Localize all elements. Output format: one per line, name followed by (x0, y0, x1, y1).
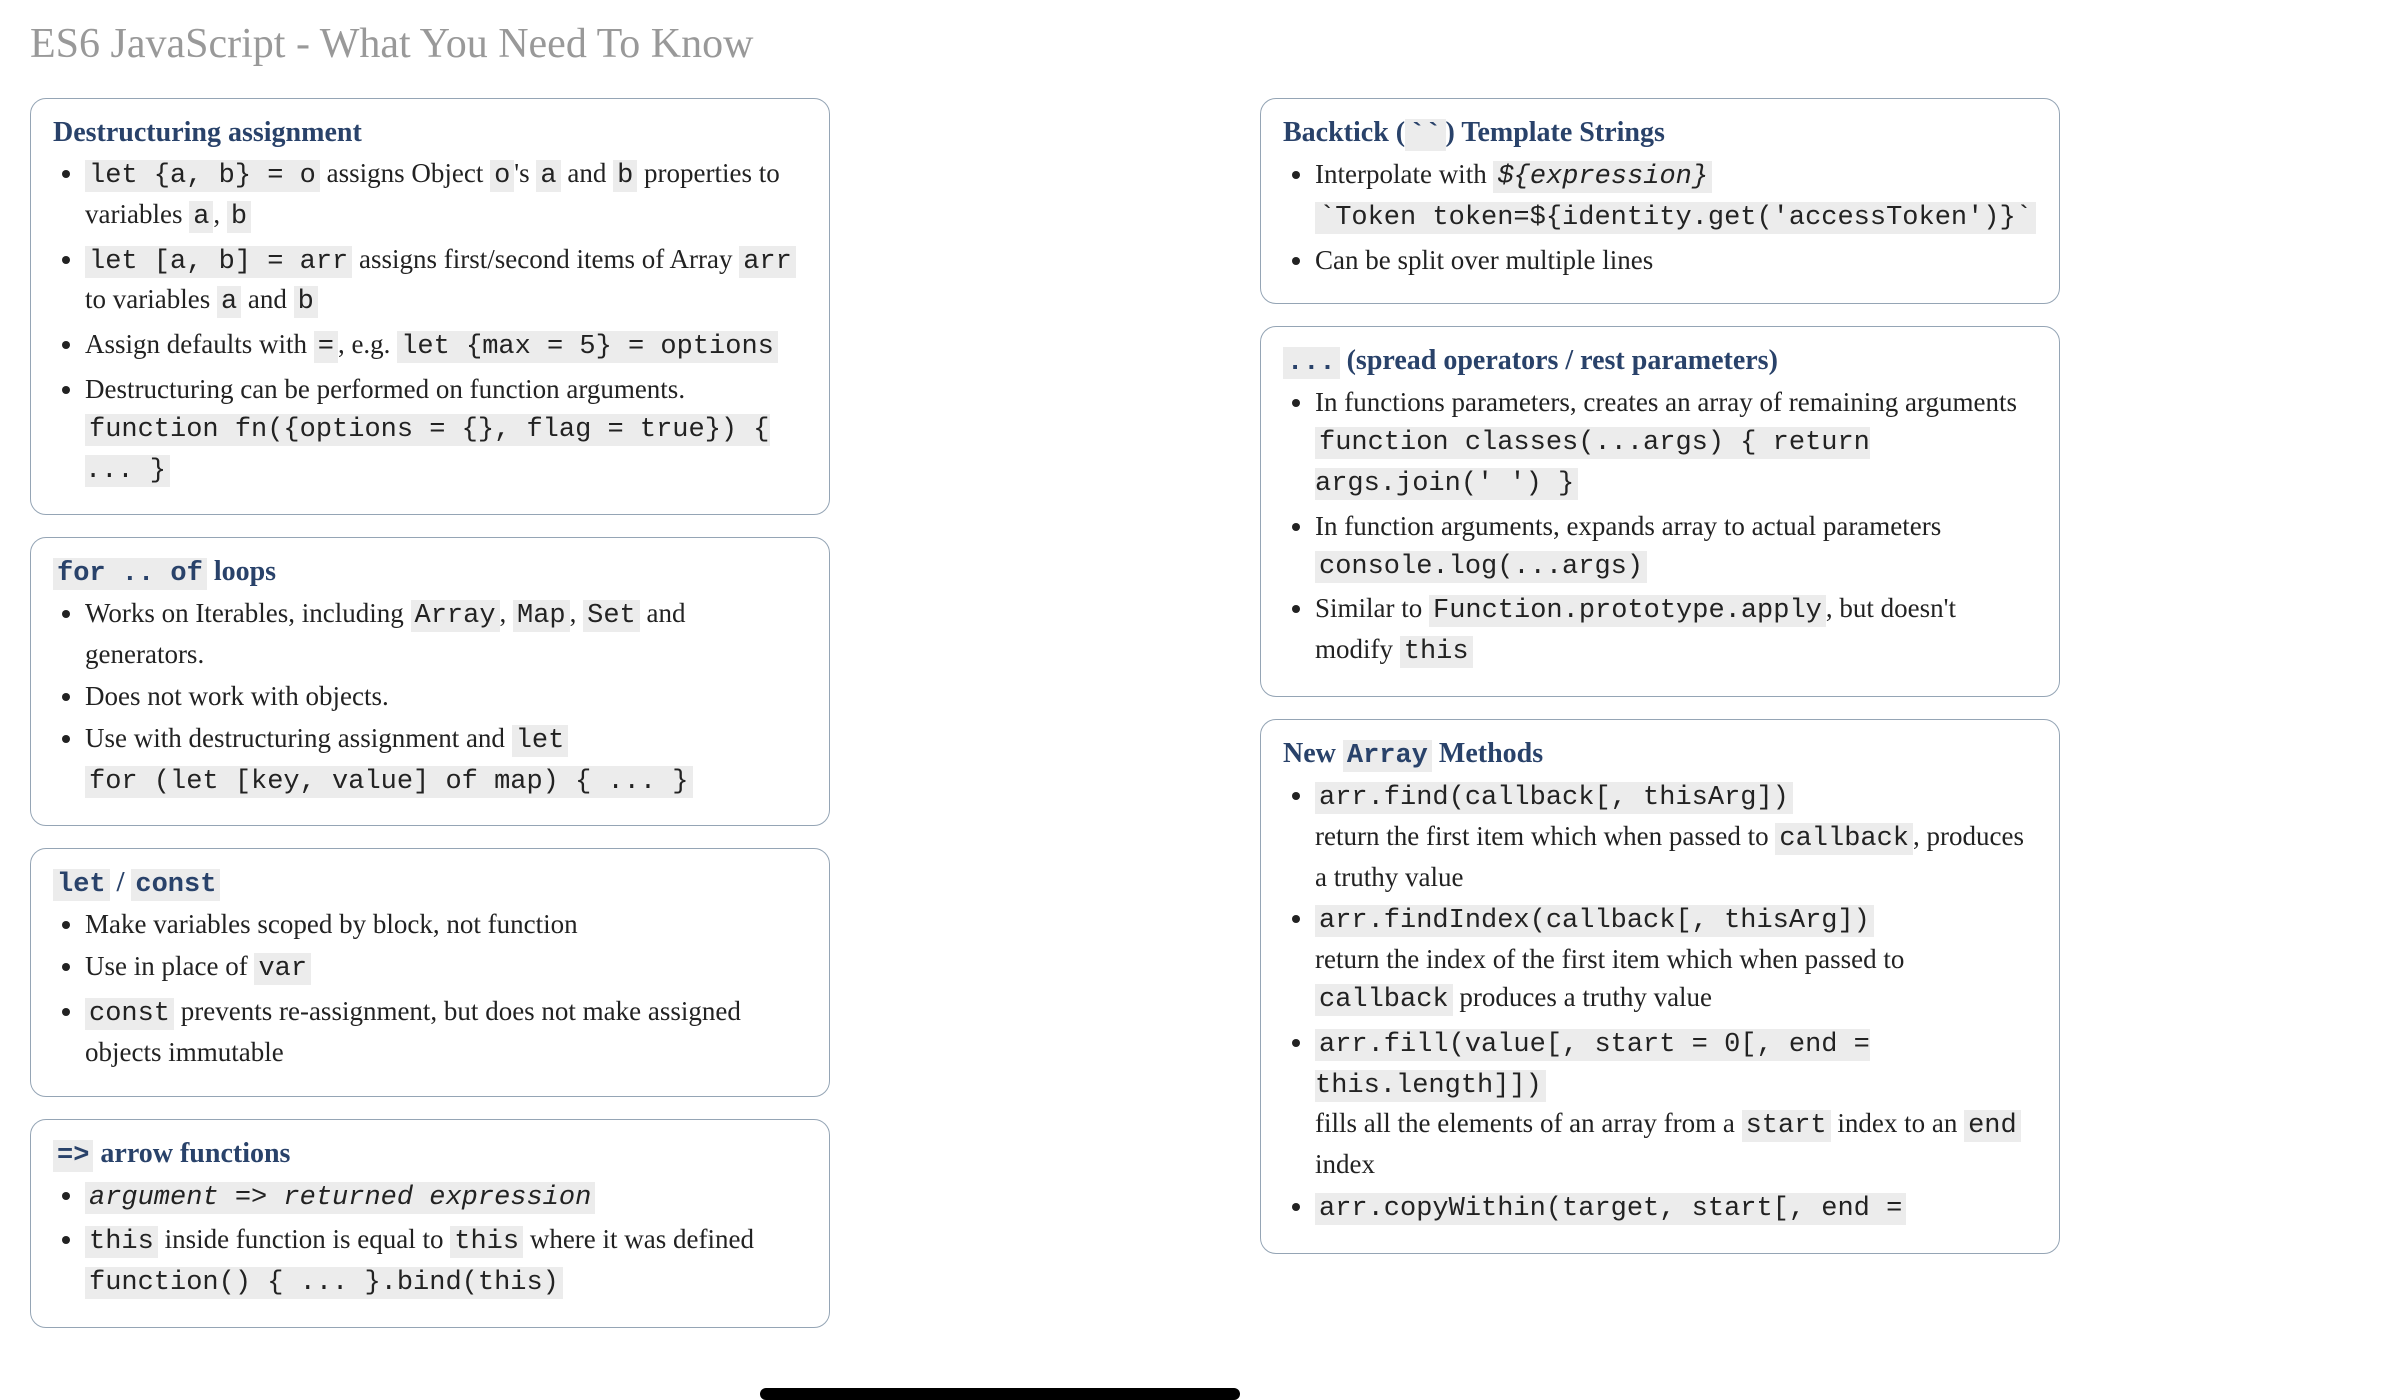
card-template-strings: Backtick (``) Template Strings Interpola… (1260, 98, 2060, 304)
card-heading: Backtick (``) Template Strings (1283, 117, 2037, 150)
code-inline: this (85, 1226, 158, 1258)
list-item: let {a, b} = o assigns Object o's a and … (85, 155, 807, 237)
list-item: Interpolate with ${expression}`Token tok… (1315, 156, 2037, 238)
card-let-const: let / const Make variables scoped by blo… (30, 848, 830, 1096)
list-item: Assign defaults with =, e.g. let {max = … (85, 326, 807, 367)
code-inline: b (613, 160, 637, 192)
list-item: Make variables scoped by block, not func… (85, 906, 807, 944)
code-inline: a (189, 201, 213, 233)
list-item: const prevents re-assignment, but does n… (85, 993, 807, 1072)
list-item: Destructuring can be performed on functi… (85, 371, 807, 490)
code-snippet: function classes(...args) { return args.… (1315, 427, 1870, 500)
code-inline: const (85, 998, 174, 1030)
code-inline: this (450, 1226, 523, 1258)
code-snippet: arr.findIndex(callback[, thisArg]) (1315, 905, 1874, 937)
card-list: Interpolate with ${expression}`Token tok… (1283, 156, 2037, 279)
left-column: Destructuring assignment let {a, b} = o … (30, 98, 830, 1328)
code-inline: let (512, 725, 569, 757)
code-heading: `` (1405, 119, 1445, 151)
code-heading: => (53, 1140, 93, 1172)
list-item: Use with destructuring assignment and le… (85, 720, 807, 802)
code-snippet: let {a, b} = o (85, 160, 320, 192)
card-heading: New Array Methods (1283, 738, 2037, 771)
code-inline: Function.prototype.apply (1429, 595, 1826, 627)
card-arrow-functions: => arrow functions argument => returned … (30, 1119, 830, 1328)
code-inline: this (1400, 636, 1473, 668)
columns: Destructuring assignment let {a, b} = o … (30, 98, 2358, 1328)
code-snippet: arr.copyWithin(target, start[, end = (1315, 1193, 1906, 1225)
code-snippet: let [a, b] = arr (85, 246, 352, 278)
card-list: Make variables scoped by block, not func… (53, 906, 807, 1071)
card-heading: Destructuring assignment (53, 117, 807, 149)
code-inline: b (294, 286, 318, 318)
code-snippet: console.log(...args) (1315, 551, 1647, 583)
code-snippet: function() { ... }.bind(this) (85, 1267, 563, 1299)
code-inline: = (314, 331, 338, 363)
card-heading: for .. of loops (53, 556, 807, 589)
code-inline: a (217, 286, 241, 318)
code-snippet: arr.find(callback[, thisArg]) (1315, 782, 1793, 814)
list-item: Works on Iterables, including Array, Map… (85, 595, 807, 674)
list-item: In functions parameters, creates an arra… (1315, 384, 2037, 503)
code-snippet: for (let [key, value] of map) { ... } (85, 766, 693, 798)
code-inline: end (1964, 1110, 2021, 1142)
list-item: Does not work with objects. (85, 678, 807, 716)
code-heading: Array (1343, 740, 1432, 772)
right-column: Backtick (``) Template Strings Interpola… (1260, 98, 2060, 1328)
list-item: Can be split over multiple lines (1315, 242, 2037, 280)
card-list: In functions parameters, creates an arra… (1283, 384, 2037, 672)
code-inline: Array (411, 600, 500, 632)
card-heading: => arrow functions (53, 1138, 807, 1171)
code-inline: b (227, 201, 251, 233)
card-spread-rest: ... (spread operators / rest parameters)… (1260, 326, 2060, 697)
list-item: arr.find(callback[, thisArg])return the … (1315, 777, 2037, 896)
code-snippet: function fn({options = {}, flag = true})… (85, 414, 770, 487)
code-inline: ${expression} (1493, 161, 1712, 193)
code-heading: for .. of (53, 558, 207, 590)
list-item: let [a, b] = arr assigns first/second it… (85, 241, 807, 323)
card-destructuring: Destructuring assignment let {a, b} = o … (30, 98, 830, 515)
list-item: arr.copyWithin(target, start[, end = (1315, 1188, 2037, 1229)
card-list: argument => returned expression this ins… (53, 1177, 807, 1303)
code-inline: o (490, 160, 514, 192)
code-inline: start (1742, 1110, 1831, 1142)
code-inline: callback (1775, 823, 1913, 855)
card-heading: ... (spread operators / rest parameters) (1283, 345, 2037, 378)
code-inline: Set (583, 600, 640, 632)
list-item: In function arguments, expands array to … (1315, 508, 2037, 587)
list-item: argument => returned expression (85, 1177, 807, 1218)
code-heading: const (131, 869, 220, 901)
card-for-of: for .. of loops Works on Iterables, incl… (30, 537, 830, 826)
code-snippet: argument => returned expression (85, 1182, 595, 1214)
code-heading: ... (1283, 347, 1340, 379)
list-item: Similar to Function.prototype.apply, but… (1315, 590, 2037, 672)
page-title: ES6 JavaScript - What You Need To Know (30, 20, 2358, 68)
code-inline: callback (1315, 984, 1453, 1016)
list-item: arr.fill(value[, start = 0[, end = this.… (1315, 1024, 2037, 1184)
list-item: this inside function is equal to this wh… (85, 1221, 807, 1303)
code-inline: arr (739, 246, 796, 278)
list-item: arr.findIndex(callback[, thisArg])return… (1315, 900, 2037, 1019)
horizontal-scrollbar-thumb[interactable] (760, 1388, 1240, 1400)
code-inline: var (254, 953, 311, 985)
card-list: arr.find(callback[, thisArg])return the … (1283, 777, 2037, 1229)
card-array-methods: New Array Methods arr.find(callback[, th… (1260, 719, 2060, 1254)
list-item: Use in place of var (85, 948, 807, 989)
code-heading: let (53, 869, 110, 901)
card-heading: let / const (53, 867, 807, 900)
code-inline: Map (513, 600, 570, 632)
code-snippet: arr.fill(value[, start = 0[, end = this.… (1315, 1029, 1870, 1102)
code-inline: a (536, 160, 560, 192)
card-list: let {a, b} = o assigns Object o's a and … (53, 155, 807, 490)
card-list: Works on Iterables, including Array, Map… (53, 595, 807, 801)
code-snippet: `Token token=${identity.get('accessToken… (1315, 202, 2036, 234)
code-snippet: let {max = 5} = options (397, 331, 778, 363)
